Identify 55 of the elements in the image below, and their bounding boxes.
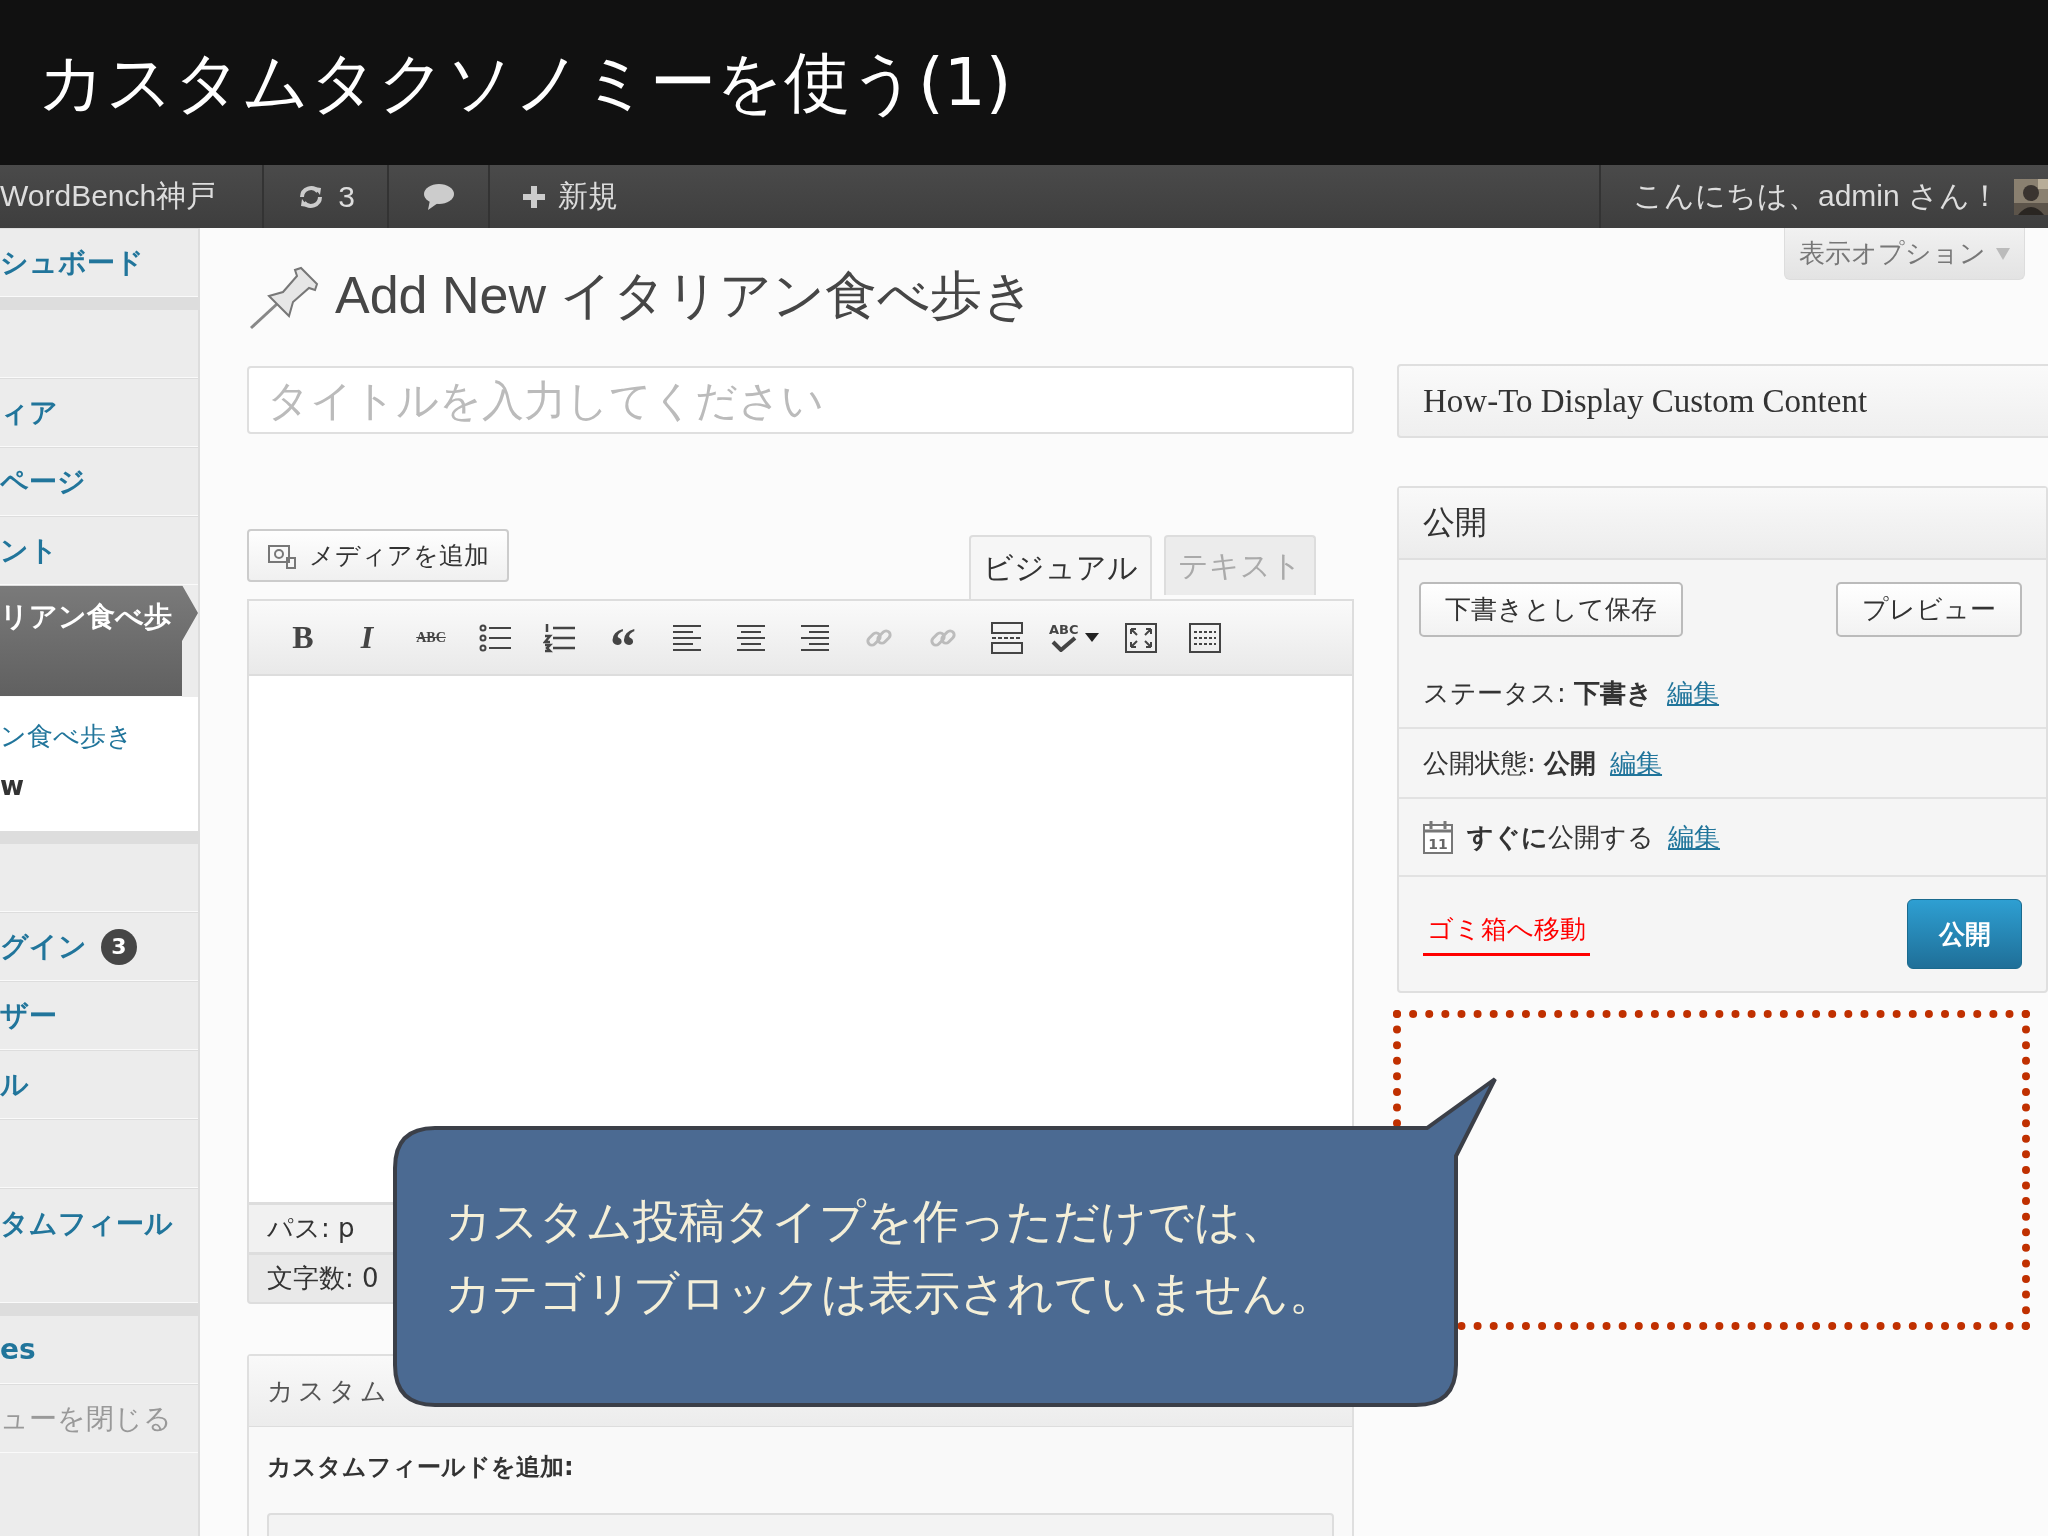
- save-draft-button[interactable]: 下書きとして保存: [1419, 582, 1683, 637]
- page-break-icon: [991, 621, 1023, 654]
- bold-tool[interactable]: B: [281, 615, 325, 660]
- new-content-link[interactable]: 新規: [490, 165, 618, 228]
- box-title: How-To Display Custom Content: [1423, 382, 1868, 420]
- strike-tool[interactable]: ABC: [409, 615, 453, 660]
- menu-item[interactable]: ページ: [0, 447, 198, 516]
- edit-link[interactable]: 編集: [1668, 819, 1720, 855]
- add-custom-field-label: カスタムフィールドを追加:: [267, 1452, 575, 1483]
- menu-item[interactable]: グイン: [0, 927, 87, 966]
- spell-tool[interactable]: ABC: [1049, 615, 1099, 660]
- submenu-item[interactable]: ン食べ歩き: [0, 711, 198, 761]
- caret-icon: [1996, 247, 2010, 260]
- caret-icon: [1084, 632, 1099, 643]
- add-media-button[interactable]: メディアを追加: [247, 529, 509, 582]
- fullscreen-icon: [1124, 622, 1157, 653]
- keyboard-icon: [1188, 622, 1221, 653]
- account-link[interactable]: こんにちは、admin さん！: [1632, 176, 2000, 217]
- custom-fields-title: カスタム: [267, 1374, 391, 1408]
- submenu-item[interactable]: w: [0, 761, 198, 811]
- comment-icon[interactable]: [421, 181, 456, 212]
- preview-button[interactable]: プレビュー: [1836, 582, 2022, 637]
- page-title: Add New イタリアン食べ歩き: [335, 265, 1036, 326]
- menu-item[interactable]: ル: [0, 1050, 198, 1119]
- screen-options-tab[interactable]: 表示オプション: [1784, 228, 2025, 280]
- menu-item[interactable]: ザー: [0, 981, 198, 1050]
- align-center-icon: [736, 622, 766, 653]
- plus-icon: [522, 184, 546, 209]
- collapse-menu-link[interactable]: ューを閉じる: [0, 1384, 198, 1453]
- publish-box-title: 公開: [1423, 502, 1487, 543]
- checkmark-icon: [1050, 636, 1077, 652]
- title-field[interactable]: タイトルを入力してください: [247, 366, 1354, 434]
- word-count: 文字数: 0: [267, 1262, 379, 1295]
- menu-item[interactable]: es: [0, 1315, 198, 1384]
- edit-link[interactable]: 編集: [1610, 745, 1663, 781]
- bullet-list-icon: [479, 622, 511, 653]
- numbered-list-icon: [543, 622, 575, 653]
- menu-item[interactable]: ィア: [0, 378, 198, 447]
- align-left-icon: [672, 622, 702, 653]
- count-badge: 3: [101, 928, 137, 965]
- menu-item[interactable]: リアン食べ歩: [0, 585, 198, 697]
- quote-tool[interactable]: “: [601, 615, 645, 660]
- trash-link[interactable]: ゴミ箱へ移動: [1423, 912, 1590, 956]
- slide-title: カスタムタクソノミーを使う(1): [38, 42, 1012, 123]
- italic-tool[interactable]: I: [345, 615, 389, 660]
- path-label: パス: p: [267, 1212, 355, 1245]
- callout-text: カテゴリブロックは表示されていません。: [445, 1265, 1335, 1322]
- edit-link[interactable]: 編集: [1667, 675, 1720, 711]
- publish-setting: 公開状態: 公開: [1423, 746, 1597, 780]
- publish-setting: すぐに公開する: [1467, 820, 1654, 854]
- publish-setting: ステータス: 下書き: [1423, 676, 1654, 710]
- callout-text: カスタム投稿タイプを作っただけでは、: [445, 1193, 1287, 1250]
- publish-button[interactable]: 公開: [1907, 899, 2022, 969]
- align-right-icon: [800, 622, 830, 653]
- editor-tab[interactable]: ビジュアル: [969, 535, 1152, 599]
